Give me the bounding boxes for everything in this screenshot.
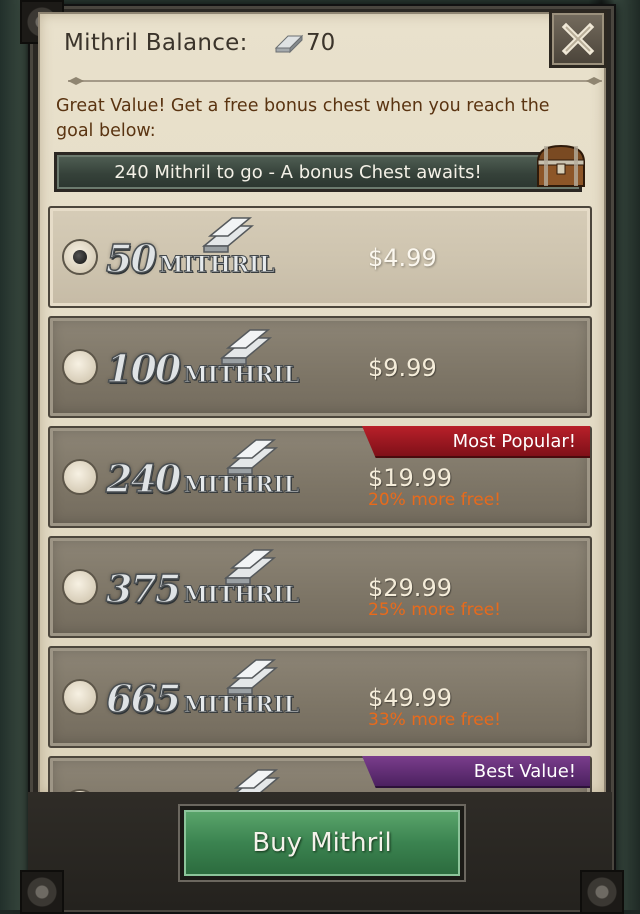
mithril-label: MITHRIL (183, 472, 300, 499)
mithril-bar-icon (274, 34, 304, 54)
header-divider (68, 77, 602, 85)
offer-quantity: 240 MITHRIL (105, 446, 300, 510)
close-x-icon (561, 22, 595, 56)
offer-100-mithril[interactable]: 100 MITHRIL $9.99 (48, 316, 592, 418)
best-value-ribbon: Best Value! (362, 756, 590, 788)
frame-corner-ornament (580, 870, 624, 914)
offer-quantity: 50 MITHRIL (105, 226, 275, 290)
offer-quantity: 100 MITHRIL (105, 336, 300, 400)
mithril-label: MITHRIL (158, 252, 275, 279)
quantity-number: 665 (105, 675, 182, 722)
offer-50-mithril[interactable]: 50 MITHRIL $4.99 (48, 206, 592, 308)
offer-partial[interactable]: Best Value! (48, 756, 592, 792)
quantity-number: 240 (105, 455, 182, 502)
offer-price: $19.99 (368, 464, 452, 492)
most-popular-ribbon: Most Popular! (362, 426, 590, 458)
frame-corner-ornament (20, 870, 64, 914)
mithril-ingots-icon (233, 769, 281, 792)
mithril-label: MITHRIL (183, 362, 300, 389)
offer-price: $49.99 (368, 684, 452, 712)
offer-list[interactable]: 50 MITHRIL $4.99 100 MITHRIL $9.99 240 MITH… (48, 206, 592, 792)
offer-price: $9.99 (368, 354, 437, 382)
balance-value: 70 (306, 30, 336, 56)
offer-radio[interactable] (62, 679, 98, 715)
offer-radio[interactable] (62, 349, 98, 385)
offer-375-mithril[interactable]: 375 MITHRIL $29.99 25% more free! (48, 536, 592, 638)
offer-radio[interactable] (62, 569, 98, 605)
offer-bonus-text: 25% more free! (368, 600, 501, 620)
goal-text: 240 Mithril to go - A bonus Chest awaits… (114, 161, 482, 183)
offer-radio[interactable] (62, 239, 98, 275)
mithril-label: MITHRIL (183, 582, 300, 609)
promo-text: Great Value! Get a free bonus chest when… (56, 96, 550, 141)
offer-240-mithril[interactable]: 240 MITHRIL Most Popular! $19.99 20% more… (48, 426, 592, 528)
offer-665-mithril[interactable]: 665 MITHRIL $49.99 33% more free! (48, 646, 592, 748)
offer-bonus-text: 20% more free! (368, 490, 501, 510)
buy-mithril-button[interactable]: Buy Mithril (180, 806, 464, 880)
goal-progress-bar: 240 Mithril to go - A bonus Chest awaits… (54, 152, 582, 192)
close-button[interactable] (549, 10, 607, 68)
offer-bonus-text: 33% more free! (368, 710, 501, 730)
radio-selected-dot (73, 250, 87, 264)
quantity-number: 50 (105, 235, 157, 282)
quantity-number: 100 (105, 345, 182, 392)
treasure-chest-icon (536, 144, 586, 187)
balance-label: Mithril Balance: (64, 30, 248, 56)
offer-radio[interactable] (62, 459, 98, 495)
offer-price: $29.99 (368, 574, 452, 602)
mithril-label: MITHRIL (183, 692, 300, 719)
offer-price: $4.99 (368, 244, 437, 272)
quantity-number: 375 (105, 565, 182, 612)
offer-quantity: 375 MITHRIL (105, 556, 300, 620)
offer-quantity: 665 MITHRIL (105, 666, 300, 730)
